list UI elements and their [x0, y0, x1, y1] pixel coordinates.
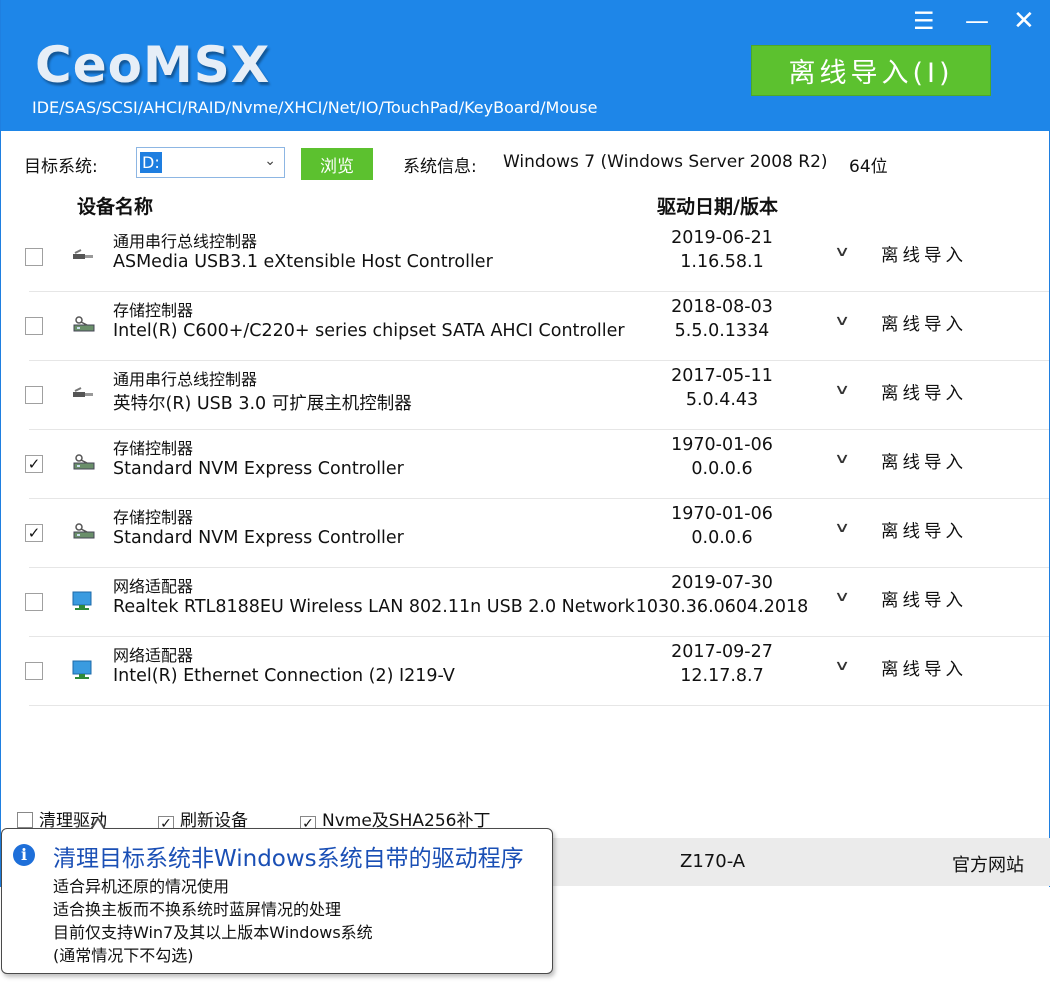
- browse-button[interactable]: 浏览: [301, 148, 373, 180]
- device-row[interactable]: 存储控制器 Intel(R) C600+/C220+ series chipset…: [25, 291, 1049, 361]
- driver-date: 1970-01-06: [671, 435, 773, 455]
- storage-icon: [71, 520, 97, 542]
- device-row[interactable]: 通用串行总线控制器英特尔(R) USB 3.0 可扩展主机控制器 2017-05-…: [25, 360, 1049, 430]
- driver-version: 5.5.0.1334: [674, 321, 770, 341]
- usb-icon: [71, 382, 97, 404]
- device-category: 通用串行总线控制器: [113, 370, 258, 389]
- tooltip-line: 适合异机还原的情况使用: [53, 877, 230, 896]
- network-icon: [71, 658, 97, 680]
- device-name: Realtek RTL8188EU Wireless LAN 802.11n U…: [113, 597, 635, 617]
- device-checkbox[interactable]: [25, 317, 43, 335]
- tooltip-line: 适合换主板而不换系统时蓝屏情况的处理: [53, 900, 342, 919]
- minimize-icon[interactable]: —: [965, 8, 989, 34]
- row-offline-import-button[interactable]: 离线导入: [881, 518, 967, 543]
- chevron-down-icon[interactable]: ∨: [834, 520, 850, 536]
- network-icon: [71, 589, 97, 611]
- driver-version: 1030.36.0604.2018: [635, 597, 809, 617]
- option-checkbox[interactable]: [17, 812, 33, 828]
- device-row[interactable]: ✓ 存储控制器 Standard NVM Express Controller 197…: [25, 498, 1049, 568]
- sysinfo-label: 系统信息:: [403, 157, 477, 177]
- driver-version: 0.0.0.6: [691, 459, 753, 479]
- device-checkbox[interactable]: [25, 248, 43, 266]
- driver-date: 2019-06-21: [671, 228, 773, 248]
- chevron-down-icon[interactable]: ∨: [834, 451, 850, 467]
- device-name: ASMedia USB3.1 eXtensible Host Controlle…: [113, 252, 493, 272]
- driver-date: 2018-08-03: [671, 297, 773, 317]
- row-offline-import-button[interactable]: 离线导入: [881, 449, 967, 474]
- device-category: 网络适配器: [113, 577, 194, 596]
- target-system-row: 目标系统: D: ⌄ 浏览 系统信息: Windows 7 (Windows S…: [1, 147, 1050, 181]
- chevron-down-icon[interactable]: ∨: [834, 244, 850, 260]
- chevron-down-icon[interactable]: ∨: [834, 658, 850, 674]
- tooltip-line: 目前仅支持Win7及其以上版本Windows系统: [53, 923, 373, 942]
- storage-icon: [71, 313, 97, 335]
- device-category: 网络适配器: [113, 646, 194, 665]
- sysinfo-value: Windows 7 (Windows Server 2008 R2): [503, 152, 828, 172]
- motherboard-model: Z170-A: [680, 851, 746, 872]
- driver-date: 2019-07-30: [671, 573, 773, 593]
- device-row[interactable]: 网络适配器 Realtek RTL8188EU Wireless LAN 802.…: [25, 567, 1049, 637]
- row-offline-import-button[interactable]: 离线导入: [881, 380, 967, 405]
- tooltip-tail-inner: [92, 820, 104, 830]
- offline-import-button[interactable]: 离线导入(I): [751, 45, 991, 96]
- row-offline-import-button[interactable]: 离线导入: [881, 656, 967, 681]
- driver-version: 12.17.8.7: [680, 666, 764, 686]
- device-category: 存储控制器: [113, 508, 194, 527]
- device-row[interactable]: 网络适配器 Intel(R) Ethernet Connection (2) I2…: [25, 636, 1049, 706]
- device-name: Intel(R) Ethernet Connection (2) I219-V: [113, 666, 455, 686]
- target-system-value: D:: [140, 152, 162, 173]
- driver-version: 5.0.4.43: [685, 390, 759, 410]
- usb-icon: [71, 244, 97, 266]
- chevron-down-icon: ⌄: [264, 153, 276, 169]
- tooltip-title: 清理目标系统非Windows系统自带的驱动程序: [53, 846, 524, 872]
- device-checkbox[interactable]: [25, 593, 43, 611]
- info-icon: i: [13, 844, 35, 866]
- device-category: 存储控制器: [113, 439, 194, 458]
- app-subtitle: IDE/SAS/SCSI/AHCI/RAID/Nvme/XHCI/Net/IO/…: [32, 98, 598, 117]
- device-checkbox[interactable]: [25, 662, 43, 680]
- chevron-down-icon[interactable]: ∨: [834, 382, 850, 398]
- row-offline-import-button[interactable]: 离线导入: [881, 587, 967, 612]
- device-checkbox[interactable]: ✓: [25, 524, 43, 542]
- tooltip-line: (通常情况下不勾选): [53, 946, 194, 965]
- app-logo: CeoMSX: [35, 36, 271, 94]
- device-name: Standard NVM Express Controller: [113, 528, 404, 548]
- target-system-label: 目标系统:: [24, 157, 98, 177]
- app-header: CeoMSX IDE/SAS/SCSI/AHCI/RAID/Nvme/XHCI/…: [1, 0, 1050, 131]
- menu-icon[interactable]: ☰: [913, 8, 935, 34]
- driver-date: 1970-01-06: [671, 504, 773, 524]
- driver-date: 2017-05-11: [671, 366, 773, 386]
- device-category: 存储控制器: [113, 301, 194, 320]
- column-header-driver-date: 驱动日期/版本: [657, 196, 778, 218]
- chevron-down-icon[interactable]: ∨: [834, 589, 850, 605]
- driver-version: 0.0.0.6: [691, 528, 753, 548]
- device-category: 通用串行总线控制器: [113, 232, 258, 251]
- device-row[interactable]: ✓ 存储控制器 Standard NVM Express Controller 197…: [25, 429, 1049, 499]
- driver-version: 1.16.58.1: [680, 252, 764, 272]
- chevron-down-icon[interactable]: ∨: [834, 313, 850, 329]
- device-checkbox[interactable]: [25, 386, 43, 404]
- official-website-link[interactable]: 官方网站: [952, 851, 1024, 877]
- options-bar: 清理驱动 ✓ 刷新设备 ✓ Nvme及SHA256补丁: [1, 806, 1050, 832]
- driver-date: 2017-09-27: [671, 642, 773, 662]
- device-row[interactable]: 通用串行总线控制器 ASMedia USB3.1 eXtensible Host …: [25, 222, 1049, 292]
- target-system-select[interactable]: D: ⌄: [136, 147, 285, 178]
- column-header-device-name: 设备名称: [77, 196, 154, 218]
- main-window: CeoMSX IDE/SAS/SCSI/AHCI/RAID/Nvme/XHCI/…: [0, 0, 1050, 887]
- device-checkbox[interactable]: ✓: [25, 455, 43, 473]
- row-offline-import-button[interactable]: 离线导入: [881, 242, 967, 267]
- device-name: Standard NVM Express Controller: [113, 459, 404, 479]
- device-name: Intel(R) C600+/C220+ series chipset SATA…: [113, 321, 625, 341]
- close-icon[interactable]: ✕: [1013, 8, 1035, 34]
- row-offline-import-button[interactable]: 离线导入: [881, 311, 967, 336]
- device-name: 英特尔(R) USB 3.0 可扩展主机控制器: [113, 394, 412, 414]
- storage-icon: [71, 451, 97, 473]
- tooltip: i 清理目标系统非Windows系统自带的驱动程序 适合异机还原的情况使用 适合…: [1, 828, 553, 974]
- sysinfo-bits: 64位: [849, 157, 888, 177]
